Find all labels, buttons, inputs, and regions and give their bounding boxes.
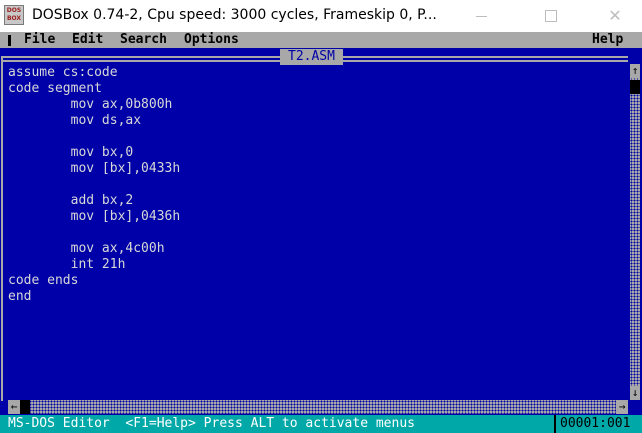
window-title: DOSBox 0.74-2, Cpu speed: 3000 cycles, F…: [32, 7, 437, 23]
code-line[interactable]: mov [bx],0433h: [8, 161, 628, 177]
menu-help[interactable]: Help: [592, 32, 623, 48]
code-line[interactable]: end: [8, 289, 628, 305]
maximize-icon: [545, 10, 557, 22]
menu-search[interactable]: Search: [120, 32, 167, 48]
close-button[interactable]: ✕: [592, 0, 638, 32]
code-line[interactable]: [8, 129, 628, 145]
dosbox-icon[interactable]: DOS BOX: [4, 5, 24, 25]
scroll-left-arrow-icon[interactable]: ←: [8, 400, 20, 414]
file-name-tab: T2.ASM: [280, 49, 343, 65]
code-line[interactable]: mov ds,ax: [8, 113, 628, 129]
code-line[interactable]: [8, 225, 628, 241]
scroll-up-arrow-icon[interactable]: ↑: [630, 64, 640, 78]
close-icon: ✕: [608, 6, 622, 25]
code-line[interactable]: code ends: [8, 273, 628, 289]
code-line[interactable]: mov bx,0: [8, 145, 628, 161]
text-cursor: [8, 35, 11, 46]
vertical-scrollbar[interactable]: ↑ ↓: [630, 64, 640, 400]
code-line[interactable]: mov ax,4c00h: [8, 241, 628, 257]
horizontal-scrollbar[interactable]: ← →: [8, 400, 628, 414]
status-divider: [554, 415, 556, 433]
menu-file[interactable]: File: [24, 32, 55, 48]
window-title-bar[interactable]: DOS BOX DOSBox 0.74-2, Cpu speed: 3000 cy…: [0, 0, 642, 32]
minimize-button[interactable]: [458, 0, 504, 32]
icon-text-top: DOS: [6, 7, 22, 14]
code-line[interactable]: code segment: [8, 81, 628, 97]
status-message: MS-DOS Editor <F1=Help> Press ALT to act…: [8, 416, 415, 431]
editor-frame-left: [1, 56, 5, 401]
code-editor[interactable]: assume cs:code code segment mov ax,0b800h…: [8, 65, 628, 395]
code-line[interactable]: [8, 177, 628, 193]
code-line[interactable]: mov [bx],0436h: [8, 209, 628, 225]
horizontal-scroll-thumb[interactable]: [20, 400, 30, 414]
code-line[interactable]: int 21h: [8, 257, 628, 273]
dos-screen: File Edit Search Options Help T2.ASM ass…: [0, 32, 642, 433]
menu-bar: File Edit Search Options Help: [0, 32, 642, 48]
code-line[interactable]: add bx,2: [8, 193, 628, 209]
status-bar: MS-DOS Editor <F1=Help> Press ALT to act…: [0, 415, 642, 433]
icon-text-bottom: BOX: [6, 15, 22, 22]
maximize-button[interactable]: [528, 0, 574, 32]
cursor-position: 00001:001: [560, 416, 631, 431]
minimize-icon: [475, 15, 487, 17]
scroll-down-arrow-icon[interactable]: ↓: [630, 386, 640, 400]
scroll-right-arrow-icon[interactable]: →: [616, 400, 628, 414]
vertical-scroll-thumb[interactable]: [630, 80, 640, 94]
code-line[interactable]: mov ax,0b800h: [8, 97, 628, 113]
code-line[interactable]: assume cs:code: [8, 65, 628, 81]
menu-options[interactable]: Options: [184, 32, 239, 48]
menu-edit[interactable]: Edit: [72, 32, 103, 48]
